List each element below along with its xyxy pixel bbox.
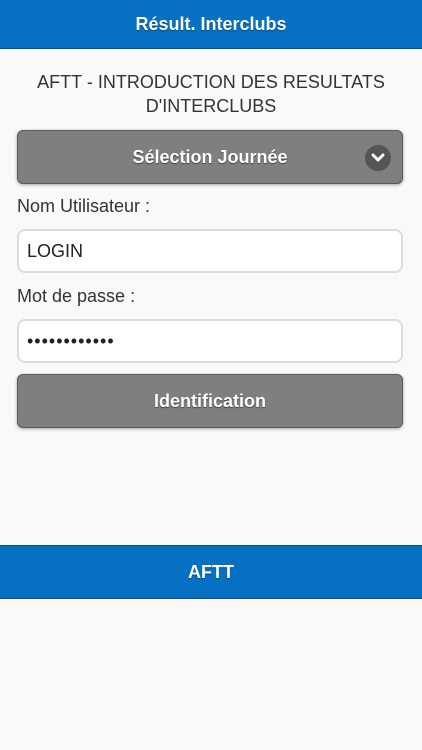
- page-title: Résult. Interclubs: [135, 13, 287, 34]
- password-input[interactable]: [17, 319, 403, 363]
- intro-line-1: AFTT - INTRODUCTION DES RESULTATS: [37, 72, 385, 92]
- app-screen: Résult. Interclubs AFTT - INTRODUCTION D…: [0, 0, 422, 750]
- username-label: Nom Utilisateur :: [17, 196, 151, 216]
- intro-text: AFTT - INTRODUCTION DES RESULTATS D'INTE…: [0, 70, 422, 118]
- chevron-down-icon: [365, 145, 391, 171]
- footer-title: AFTT: [188, 561, 234, 582]
- intro-line-2: D'INTERCLUBS: [145, 96, 277, 116]
- password-label: Mot de passe :: [17, 286, 136, 306]
- app-footer: AFTT: [0, 545, 422, 599]
- identification-button[interactable]: Identification: [17, 374, 403, 428]
- username-input[interactable]: [17, 229, 403, 273]
- journee-select[interactable]: Sélection Journée: [17, 130, 403, 184]
- app-header: Résult. Interclubs: [0, 0, 422, 49]
- identification-button-label: Identification: [154, 390, 266, 411]
- journee-select-label: Sélection Journée: [132, 146, 288, 167]
